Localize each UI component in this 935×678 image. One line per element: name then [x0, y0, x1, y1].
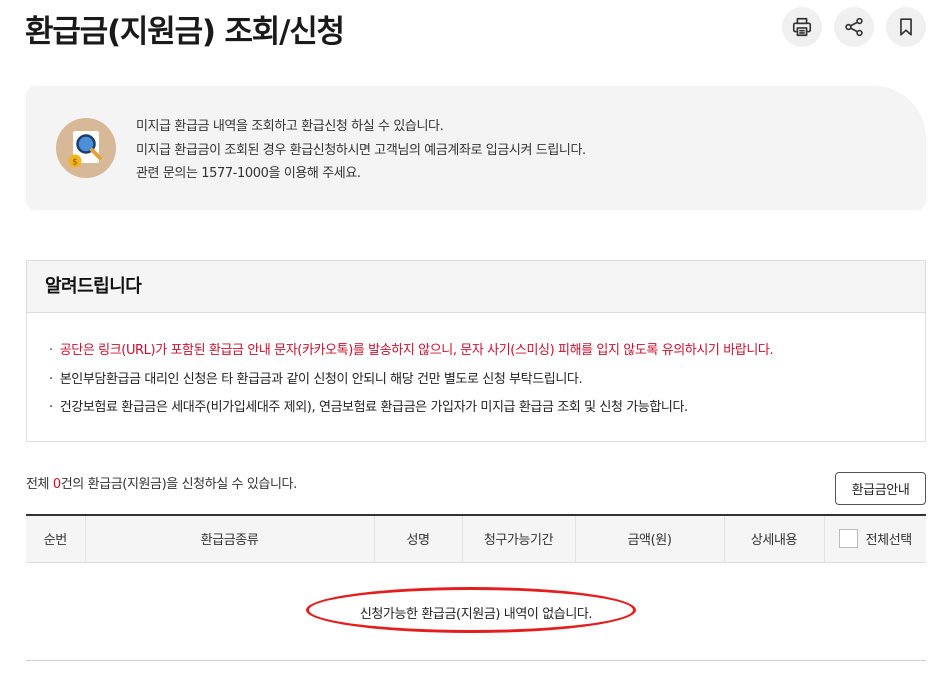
- refund-table: 순번 환급금종류 성명 청구가능기간 금액(원) 상세내용 전체선택: [26, 514, 926, 563]
- search-document-icon: $: [56, 118, 116, 178]
- column-header-name: 성명: [373, 514, 462, 563]
- info-line: 관련 문의는 1577-1000을 이용해 주세요.: [136, 166, 361, 181]
- column-header-claim-period: 청구가능기간: [461, 514, 575, 563]
- notice-list: 공단은 링크(URL)가 포함된 환급금 안내 문자(카카오톡)를 발송하지 않…: [27, 313, 925, 423]
- notice-box: 알려드립니다 공단은 링크(URL)가 포함된 환급금 안내 문자(카카오톡)를…: [26, 260, 926, 442]
- bookmark-icon: [900, 18, 912, 36]
- refund-guide-button[interactable]: 환급금안내: [835, 472, 926, 505]
- share-icon: [845, 17, 863, 37]
- result-count: 0: [52, 477, 61, 492]
- info-line: 미지급 환급금 내역을 조회하고 환급신청 하실 수 있습니다.: [136, 119, 444, 134]
- select-all-checkbox[interactable]: [838, 529, 858, 549]
- notice-item: 본인부담환급금 대리인 신청은 타 환급금과 같이 신청이 안되니 해당 건만 …: [49, 366, 925, 395]
- summary-suffix: 건의 환급금(지원금)을 신청하실 수 있습니다.: [60, 477, 297, 492]
- notice-item-warning: 공단은 링크(URL)가 포함된 환급금 안내 문자(카카오톡)를 발송하지 않…: [49, 337, 925, 366]
- column-header-select-all: 전체선택: [823, 514, 926, 563]
- result-summary: 전체 0건의 환급금(지원금)을 신청하실 수 있습니다.: [26, 473, 297, 492]
- column-header-details: 상세내용: [723, 514, 824, 563]
- share-button[interactable]: [834, 7, 874, 47]
- highlight-ellipse: [306, 587, 636, 633]
- page-title: 환급금(지원금) 조회/신청: [25, 14, 345, 50]
- select-all-label[interactable]: 전체선택: [866, 529, 913, 548]
- column-header-amount: 금액(원): [574, 514, 724, 563]
- column-header-number: 순번: [26, 514, 85, 563]
- empty-result-row: 신청가능한 환급금(지원금) 내역이 없습니다.: [26, 562, 926, 661]
- svg-text:$: $: [72, 158, 78, 168]
- summary-prefix: 전체: [26, 477, 53, 492]
- notice-item: 건강보험료 환급금은 세대주(비가입세대주 제외), 연금보험료 환급금은 가입…: [49, 394, 925, 423]
- column-header-refund-type: 환급금종류: [84, 514, 374, 563]
- notice-heading: 알려드립니다: [27, 261, 925, 313]
- bookmark-button[interactable]: [886, 7, 926, 47]
- info-line: 미지급 환급금이 조회된 경우 환급신청하시면 고객님의 예금계좌로 입금시켜 …: [136, 142, 586, 158]
- printer-icon: [792, 17, 812, 37]
- info-box: $ 미지급 환급금 내역을 조회하고 환급신청 하실 수 있습니다. 미지급 환…: [26, 86, 926, 210]
- print-button[interactable]: [782, 7, 822, 47]
